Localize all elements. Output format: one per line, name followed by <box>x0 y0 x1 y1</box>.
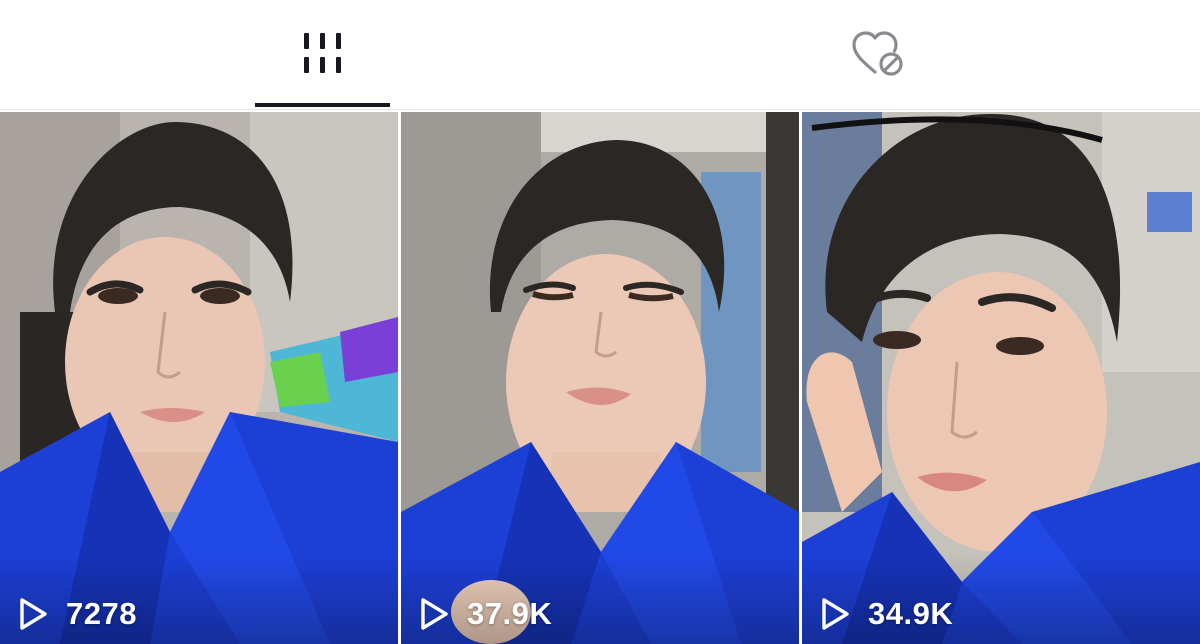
play-icon <box>20 598 47 630</box>
profile-tab-bar <box>0 0 1200 110</box>
view-count: 7278 <box>18 596 137 632</box>
view-count-text: 37.9K <box>467 596 553 631</box>
view-count-text: 7278 <box>66 596 137 631</box>
video-tile[interactable]: 37.9K <box>401 112 799 644</box>
view-count: 37.9K <box>419 596 552 632</box>
view-count-text: 34.9K <box>868 596 954 631</box>
tab-liked[interactable] <box>729 0 1029 110</box>
video-grid: 7278 37.9K 34.9K <box>0 112 1200 644</box>
videos-grid-icon <box>304 33 341 73</box>
video-tile[interactable]: 34.9K <box>802 112 1200 644</box>
video-tile[interactable]: 7278 <box>0 112 398 644</box>
play-icon <box>822 598 849 630</box>
active-tab-indicator <box>255 103 390 107</box>
play-icon <box>421 598 448 630</box>
tab-videos[interactable] <box>173 0 473 110</box>
view-count: 34.9K <box>820 596 953 632</box>
liked-hidden-icon <box>852 31 903 76</box>
